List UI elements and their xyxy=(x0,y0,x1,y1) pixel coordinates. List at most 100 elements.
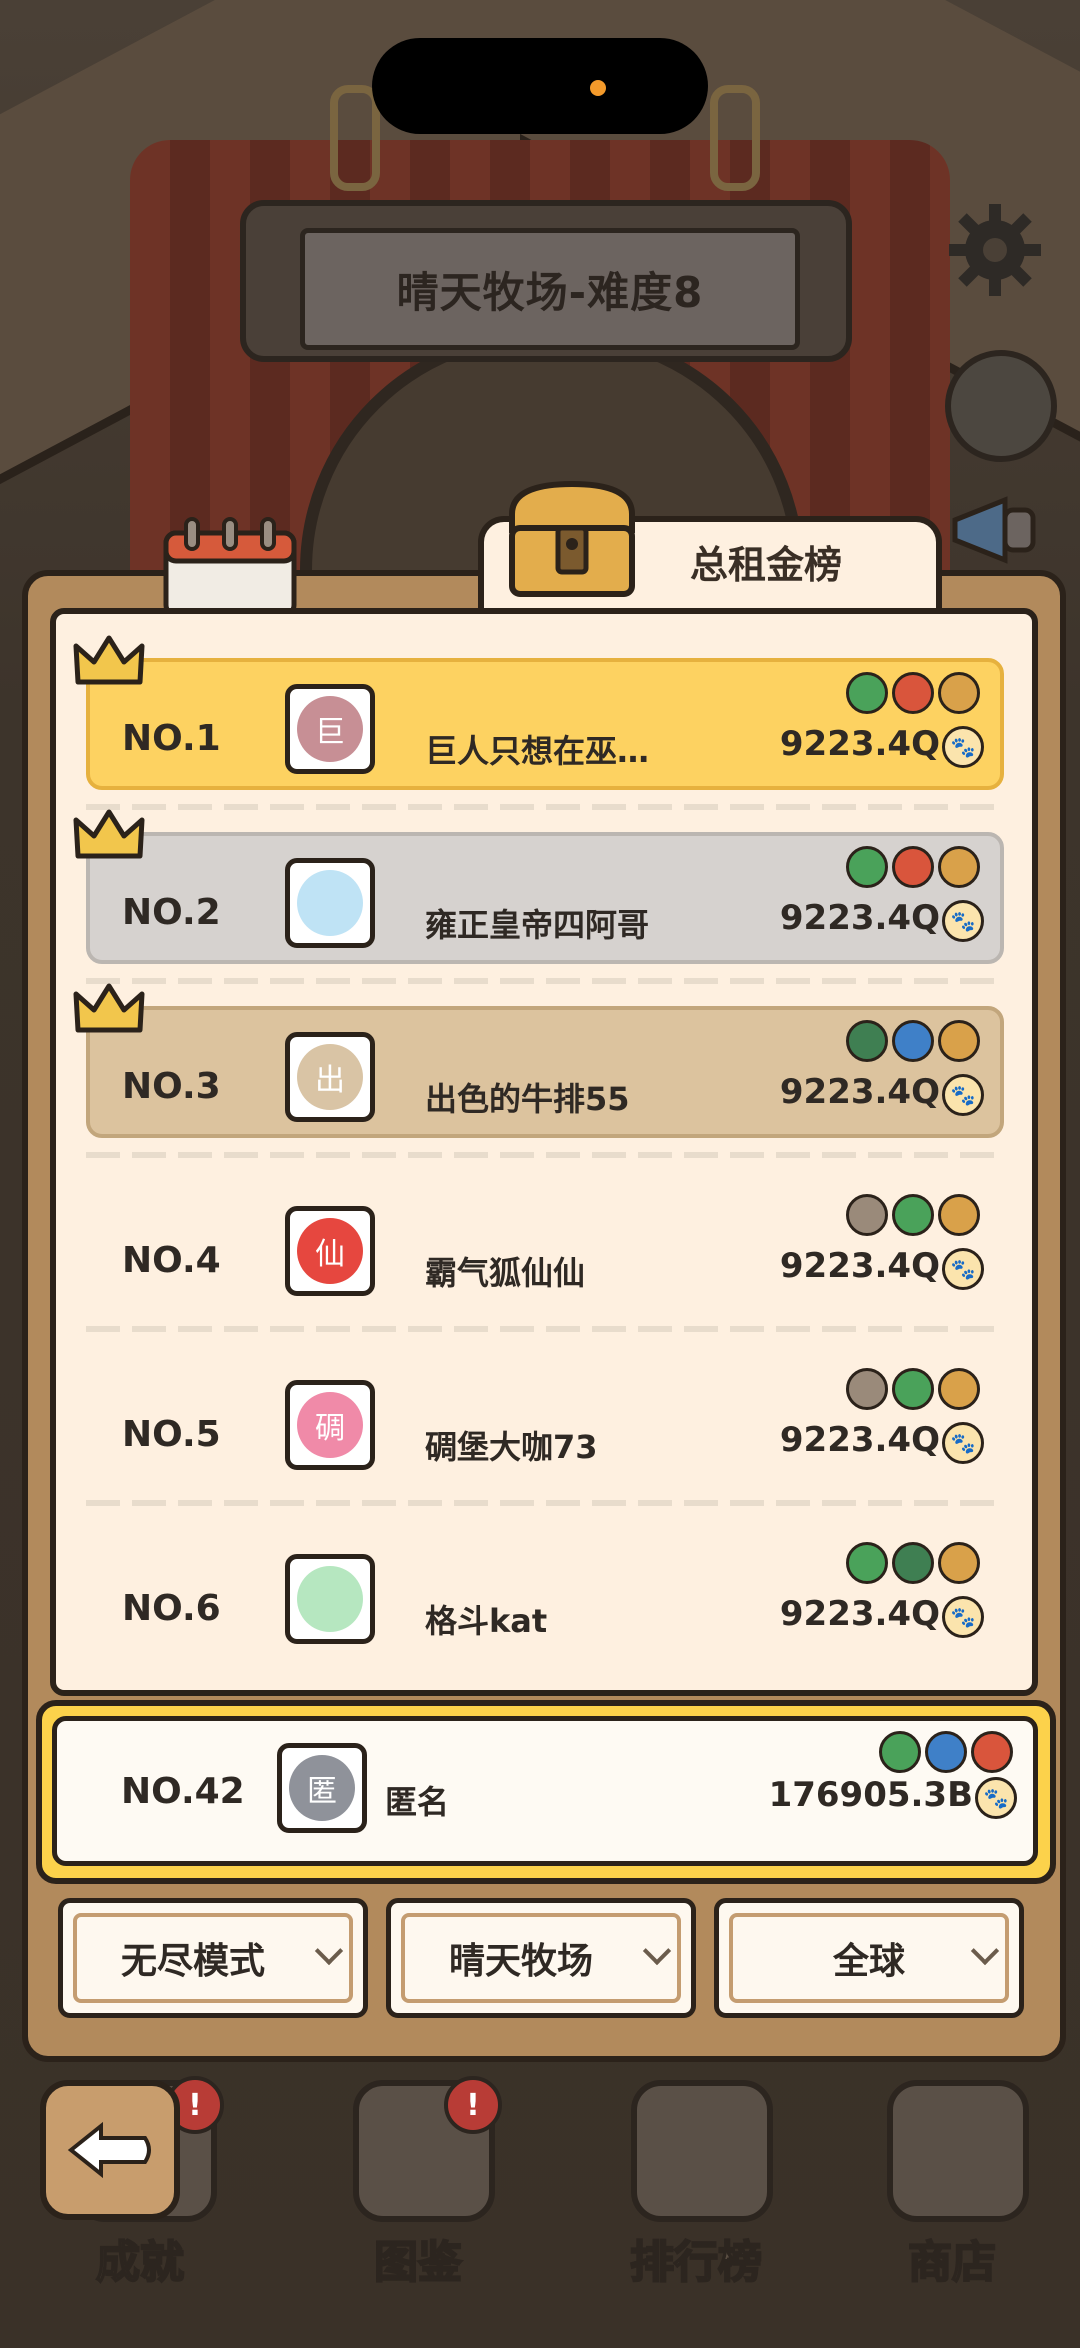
player-name: 碉堡大咖73 xyxy=(425,1428,598,1466)
tab-label: 总租金榜 xyxy=(690,543,843,587)
table-row[interactable]: NO.4 仙霸气狐仙仙 9223.4Q 🐾 xyxy=(86,1180,1004,1312)
rank-number: NO.2 xyxy=(122,892,221,933)
animal-badge-icon xyxy=(846,1020,888,1062)
avatar[interactable]: 出 xyxy=(285,1032,375,1122)
camera-indicator xyxy=(590,80,606,96)
badges xyxy=(846,1368,980,1410)
nav-shop-label: 商店 xyxy=(907,2236,997,2289)
nav-leaderboard-label: 排行榜 xyxy=(629,2236,763,2289)
notification-badge: ! xyxy=(444,2076,502,2134)
row-divider xyxy=(86,978,996,984)
badges xyxy=(846,1020,980,1062)
rent-score: 9223.4Q xyxy=(779,1420,940,1460)
chain-right xyxy=(710,85,760,191)
rank-number: NO.3 xyxy=(122,1066,221,1107)
animal-badge-icon xyxy=(971,1731,1013,1773)
treasure-chest-icon xyxy=(509,480,635,597)
my-badges xyxy=(879,1731,1013,1773)
animal-badge-icon xyxy=(846,1368,888,1410)
paw-icon: 🐾 xyxy=(942,1422,984,1464)
rent-score: 9223.4Q xyxy=(779,898,940,938)
rent-score: 9223.4Q xyxy=(779,1246,940,1286)
nav-collection[interactable]: ! 图鉴 xyxy=(318,2070,518,2290)
animal-badge-icon xyxy=(892,672,934,714)
my-avatar-char: 匿 xyxy=(289,1755,355,1821)
avatar-char: 出 xyxy=(297,1044,363,1110)
animal-badge-icon xyxy=(846,1542,888,1584)
animal-badge-icon xyxy=(938,672,980,714)
animal-badge-icon xyxy=(892,846,934,888)
table-row[interactable]: NO.3 出出色的牛排55 9223.4Q 🐾 xyxy=(73,983,1004,1138)
back-button[interactable] xyxy=(40,2080,180,2220)
table-row[interactable]: NO.5 碉碉堡大咖73 9223.4Q 🐾 xyxy=(86,1354,1004,1486)
rent-score: 9223.4Q xyxy=(779,1594,940,1634)
shop-icon xyxy=(887,2080,1029,2222)
map-dropdown[interactable]: 晴天牧场 xyxy=(386,1898,696,2018)
avatar-char xyxy=(297,870,363,936)
region-dropdown-label: 全球 xyxy=(832,1941,905,1982)
row-divider xyxy=(86,1326,996,1332)
paw-icon: 🐾 xyxy=(942,1074,984,1116)
map-dropdown-label: 晴天牧场 xyxy=(448,1941,593,1982)
my-score: 176905.3B xyxy=(768,1775,973,1815)
player-name: 巨人只想在巫… xyxy=(425,732,650,770)
animal-badge-icon xyxy=(892,1194,934,1236)
penguin-avatar-icon[interactable] xyxy=(945,350,1057,462)
megaphone-icon[interactable] xyxy=(945,490,1045,570)
region-dropdown[interactable]: 全球 xyxy=(714,1898,1024,2018)
paw-icon: 🐾 xyxy=(942,1596,984,1638)
crown-icon xyxy=(73,983,145,1033)
paw-icon: 🐾 xyxy=(942,900,984,942)
animal-badge-icon xyxy=(846,846,888,888)
badges xyxy=(846,846,980,888)
paw-icon: 🐾 xyxy=(942,726,984,768)
rank-number: NO.6 xyxy=(122,1588,221,1629)
avatar[interactable]: 巨 xyxy=(285,684,375,774)
table-row[interactable]: NO.2 雍正皇帝四阿哥 9223.4Q 🐾 xyxy=(73,809,1004,964)
player-name: 格斗kat xyxy=(425,1602,548,1640)
mode-dropdown[interactable]: 无尽模式 xyxy=(58,1898,368,2018)
badges xyxy=(846,672,980,714)
rank-number: NO.5 xyxy=(122,1414,221,1455)
table-row[interactable]: NO.6 格斗kat 9223.4Q 🐾 xyxy=(86,1528,1004,1660)
animal-badge-icon xyxy=(938,1368,980,1410)
avatar[interactable]: 碉 xyxy=(285,1380,375,1470)
badges xyxy=(846,1542,980,1584)
animal-badge-icon xyxy=(879,1731,921,1773)
mode-dropdown-label: 无尽模式 xyxy=(120,1941,265,1982)
avatar[interactable] xyxy=(285,858,375,948)
rank-number: NO.4 xyxy=(122,1240,221,1281)
my-rank-row: NO.42 匿 匿名 176905.3B 🐾 xyxy=(52,1716,1038,1866)
animal-badge-icon xyxy=(846,1194,888,1236)
my-rank-number: NO.42 xyxy=(121,1771,245,1812)
scroll-icon xyxy=(631,2080,773,2222)
animal-badge-icon xyxy=(938,1542,980,1584)
gear-icon[interactable] xyxy=(945,200,1045,300)
leaderboard-list[interactable]: NO.1 巨巨人只想在巫… 9223.4Q 🐾 NO.2 雍正皇帝四阿哥 9223.4Q 🐾 N… xyxy=(50,608,1038,1696)
camera-notch xyxy=(372,38,708,134)
player-name: 雍正皇帝四阿哥 xyxy=(425,906,650,944)
my-avatar: 匿 xyxy=(277,1743,367,1833)
avatar[interactable] xyxy=(285,1554,375,1644)
player-name: 霸气狐仙仙 xyxy=(425,1254,586,1292)
row-divider xyxy=(86,804,996,810)
nav-leaderboard[interactable]: 排行榜 xyxy=(596,2070,796,2290)
paw-icon: 🐾 xyxy=(942,1248,984,1290)
avatar[interactable]: 仙 xyxy=(285,1206,375,1296)
animal-badge-icon xyxy=(892,1542,934,1584)
avatar-char: 碉 xyxy=(297,1392,363,1458)
back-arrow-icon xyxy=(67,2121,151,2179)
my-name: 匿名 xyxy=(385,1783,450,1821)
nav-shop[interactable]: 商店 xyxy=(852,2070,1052,2290)
crown-icon xyxy=(73,635,145,685)
animal-badge-icon xyxy=(846,672,888,714)
nav-achievements-label: 成就 xyxy=(95,2236,185,2289)
animal-badge-icon xyxy=(938,846,980,888)
animal-badge-icon xyxy=(925,1731,967,1773)
calendar-icon xyxy=(163,517,297,615)
nav-collection-label: 图鉴 xyxy=(373,2236,463,2289)
animal-badge-icon xyxy=(938,1194,980,1236)
table-row[interactable]: NO.1 巨巨人只想在巫… 9223.4Q 🐾 xyxy=(73,635,1004,790)
row-divider xyxy=(86,1500,996,1506)
badges xyxy=(846,1194,980,1236)
